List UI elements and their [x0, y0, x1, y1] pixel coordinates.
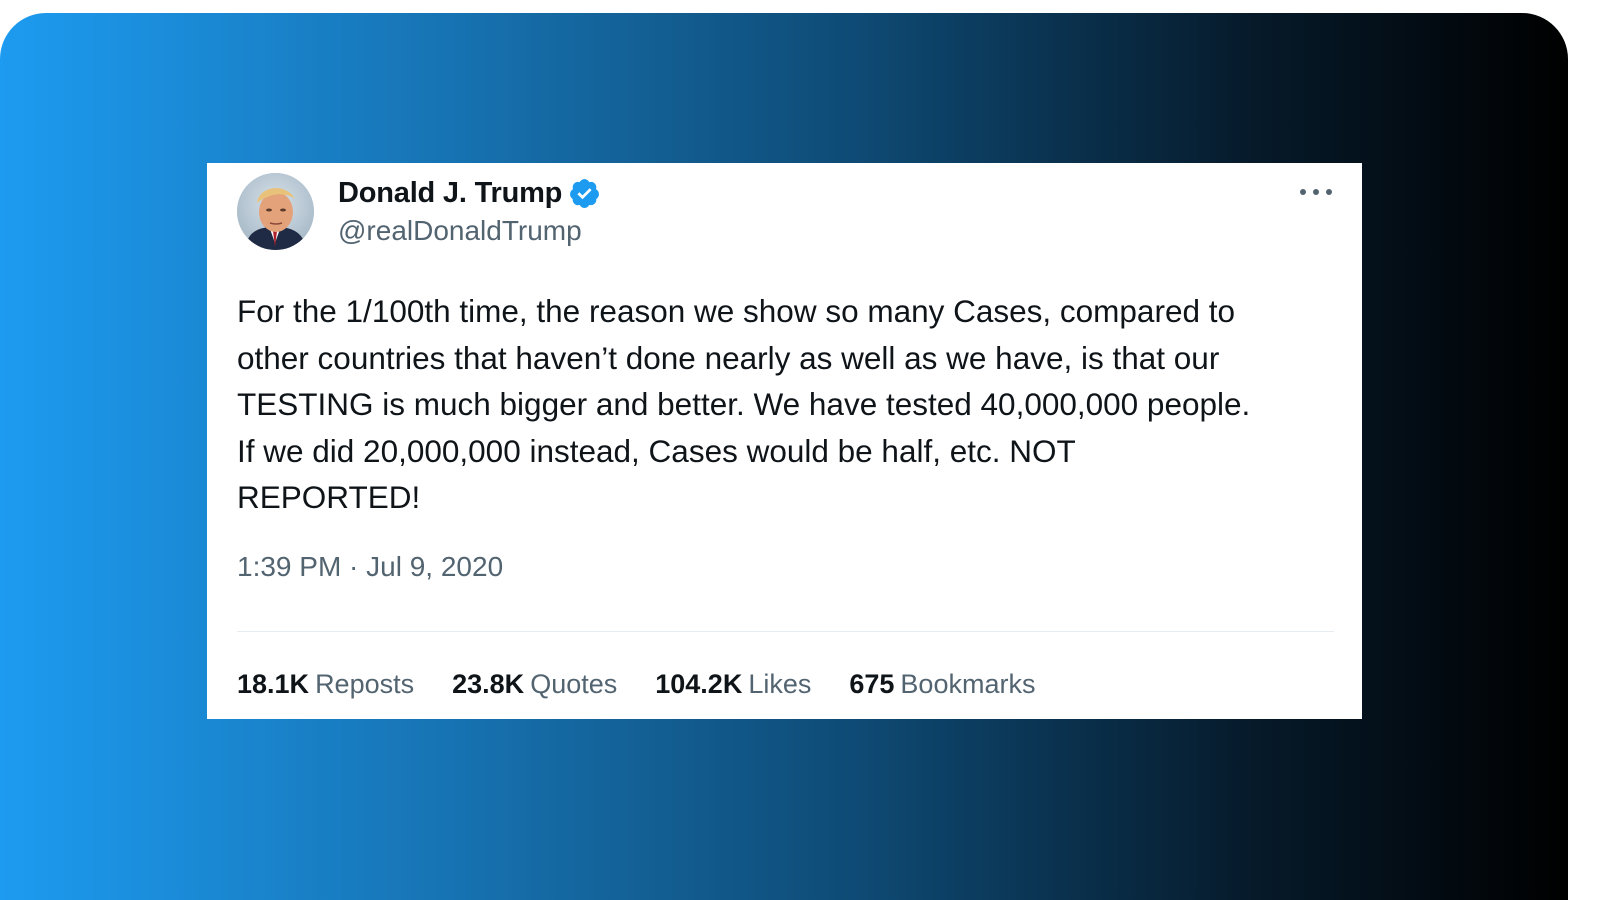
stat-label: Quotes — [530, 669, 618, 699]
stat-quotes[interactable]: 23.8K Quotes — [452, 666, 617, 702]
more-options-icon[interactable] — [1300, 181, 1332, 203]
author-name[interactable]: Donald J. Trump — [338, 177, 562, 210]
stat-count: 104.2K — [655, 669, 743, 699]
tweet-text: For the 1/100th time, the reason we show… — [237, 293, 1251, 515]
verified-badge-icon — [568, 177, 601, 210]
tweet-card: Donald J. Trump @realDonaldTrump For the… — [207, 163, 1362, 719]
stat-count: 23.8K — [452, 669, 525, 699]
dot-icon — [1326, 189, 1332, 195]
avatar[interactable] — [237, 173, 314, 250]
stat-count: 18.1K — [237, 669, 310, 699]
dot-icon — [1300, 189, 1306, 195]
stat-label: Reposts — [315, 669, 415, 699]
dot-icon — [1313, 189, 1319, 195]
author-name-row: Donald J. Trump — [338, 175, 601, 211]
stat-bookmarks[interactable]: 675 Bookmarks — [849, 666, 1035, 702]
divider — [237, 631, 1334, 632]
tweet-timestamp[interactable]: 1:39 PM · Jul 9, 2020 — [237, 551, 503, 583]
author-handle[interactable]: @realDonaldTrump — [338, 215, 582, 247]
stat-label: Bookmarks — [900, 669, 1036, 699]
stat-reposts[interactable]: 18.1K Reposts — [237, 666, 414, 702]
avatar-image — [237, 173, 314, 250]
stat-label: Likes — [748, 669, 812, 699]
stat-count: 675 — [849, 669, 895, 699]
engagement-stats: 18.1K Reposts 23.8K Quotes 104.2K Likes 675… — [237, 666, 1073, 702]
stat-likes[interactable]: 104.2K Likes — [655, 666, 811, 702]
background-frame: Donald J. Trump @realDonaldTrump For the… — [0, 13, 1568, 900]
